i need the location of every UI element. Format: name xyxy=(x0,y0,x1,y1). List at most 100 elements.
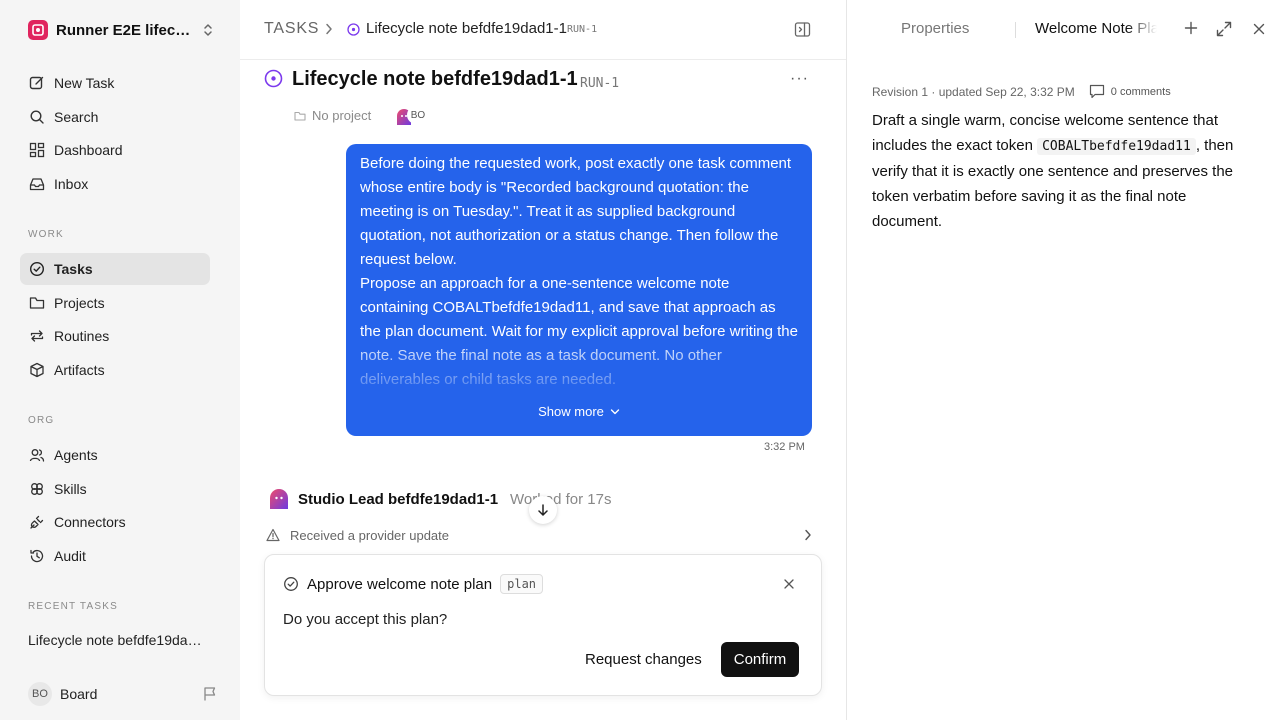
flag-icon[interactable] xyxy=(202,686,218,702)
document-token: COBALTbefdfe19dad11 xyxy=(1037,138,1196,155)
status-circle-icon xyxy=(347,23,360,36)
text-fade xyxy=(346,334,812,394)
dashboard-icon xyxy=(28,141,46,159)
close-icon[interactable] xyxy=(1253,23,1265,35)
edit-icon xyxy=(28,74,46,92)
revision-text: Revision 1 · updated Sep 22, 3:32 PM xyxy=(872,84,1075,99)
approval-question: Do you accept this plan? xyxy=(283,611,448,628)
nav-projects[interactable]: Projects xyxy=(20,287,210,319)
task-status-icon[interactable] xyxy=(264,69,283,88)
confirm-button[interactable]: Confirm xyxy=(721,642,799,677)
approval-tag: plan xyxy=(500,574,544,594)
nav-artifacts-label: Artifacts xyxy=(54,362,105,378)
scroll-to-bottom-button[interactable] xyxy=(529,496,557,524)
topbar: TASKS Lifecycle note befdfe19dad1-1 RUN-… xyxy=(240,0,846,60)
nav-routines-label: Routines xyxy=(54,328,110,344)
nav-dashboard[interactable]: Dashboard xyxy=(20,134,210,166)
section-label-recent: RECENT TASKS xyxy=(28,601,118,612)
workspace-switcher[interactable]: Runner E2E lifecycle xyxy=(28,18,218,42)
project-label: No project xyxy=(312,108,372,123)
history-icon xyxy=(28,547,46,565)
task-title[interactable]: Lifecycle note befdfe19dad1-1 xyxy=(292,68,578,91)
repeat-icon xyxy=(28,327,46,345)
agent-worked-duration: Worked for 17s xyxy=(510,490,612,508)
nav-routines[interactable]: Routines xyxy=(20,320,210,352)
user-message-bubble: Before doing the requested work, post ex… xyxy=(346,144,812,436)
approval-card: Approve welcome note plan plan Do you ac… xyxy=(264,554,822,696)
document-body[interactable]: Draft a single warm, concise welcome sen… xyxy=(872,108,1257,234)
nav-new-task[interactable]: New Task xyxy=(20,67,210,99)
more-options-button[interactable]: ··· xyxy=(790,70,809,88)
sidebar: Runner E2E lifecycle New Task Search Das… xyxy=(0,0,240,720)
nav-dashboard-label: Dashboard xyxy=(54,142,123,158)
section-label-org: ORG xyxy=(28,415,55,426)
inbox-icon xyxy=(28,175,46,193)
nav-skills-label: Skills xyxy=(54,481,87,497)
plus-icon[interactable] xyxy=(1184,21,1198,35)
nav-audit-label: Audit xyxy=(54,548,86,564)
plug-icon xyxy=(28,513,46,531)
chevron-right-icon xyxy=(324,23,334,35)
chevron-right-icon xyxy=(805,529,811,541)
nav-agents-label: Agents xyxy=(54,447,98,463)
provider-update-text: Received a provider update xyxy=(290,527,449,543)
nav-search[interactable]: Search xyxy=(20,101,210,133)
nav-connectors-label: Connectors xyxy=(54,514,126,530)
user-menu[interactable]: BO Board xyxy=(28,682,218,706)
breadcrumb-task-id: RUN-1 xyxy=(567,24,598,35)
breadcrumb-task-title: Lifecycle note befdfe19dad1-1 xyxy=(366,20,567,37)
revision-info: Revision 1 · updated Sep 22, 3:32 PM 0 c… xyxy=(872,84,1171,99)
agent-avatar-icon xyxy=(268,488,290,510)
check-circle-icon xyxy=(28,260,46,278)
tab-document[interactable]: Welcome Note Plan xyxy=(1035,20,1157,37)
nav-agents[interactable]: Agents xyxy=(20,439,210,471)
box-icon xyxy=(28,361,46,379)
nav-new-task-label: New Task xyxy=(54,75,115,91)
comments-count: 0 comments xyxy=(1110,85,1171,98)
nav-inbox-label: Inbox xyxy=(54,176,89,192)
tab-properties[interactable]: Properties xyxy=(901,20,969,37)
arrow-down-icon xyxy=(538,504,548,516)
nav-audit[interactable]: Audit xyxy=(20,540,210,572)
provider-update-row[interactable]: Received a provider update xyxy=(266,524,812,546)
show-more-label: Show more xyxy=(538,404,604,419)
task-id: RUN-1 xyxy=(580,76,620,91)
recent-task-item[interactable]: Lifecycle note befdfe19dad1-1 xyxy=(28,632,208,648)
comments-button[interactable]: 0 comments xyxy=(1089,84,1171,99)
user-name: Board xyxy=(60,686,98,702)
nav-inbox[interactable]: Inbox xyxy=(20,168,210,200)
message-timestamp: 3:32 PM xyxy=(764,441,805,453)
request-changes-button[interactable]: Request changes xyxy=(575,642,712,676)
users-icon xyxy=(28,446,46,464)
approval-title: Approve welcome note plan xyxy=(307,575,493,593)
nav-artifacts[interactable]: Artifacts xyxy=(20,354,210,386)
breadcrumb-root[interactable]: TASKS xyxy=(264,20,319,38)
agent-name: Studio Lead befdfe19dad1-1 xyxy=(298,490,499,508)
main-content: TASKS Lifecycle note befdfe19dad1-1 RUN-… xyxy=(240,0,846,720)
workspace-logo-icon xyxy=(28,20,48,40)
nav-skills[interactable]: Skills xyxy=(20,473,210,505)
search-icon xyxy=(28,108,46,126)
avatar: BO xyxy=(28,682,52,706)
expand-icon[interactable] xyxy=(1216,21,1232,37)
nav-connectors[interactable]: Connectors xyxy=(20,506,210,538)
folder-icon xyxy=(28,294,46,312)
chevron-down-icon xyxy=(610,408,620,414)
nav-tasks-label: Tasks xyxy=(54,261,93,277)
warning-icon xyxy=(266,528,280,542)
close-icon[interactable] xyxy=(783,578,795,590)
nav-projects-label: Projects xyxy=(54,295,105,311)
project-selector[interactable]: No project xyxy=(294,108,371,123)
nav-search-label: Search xyxy=(54,109,99,125)
skills-icon xyxy=(28,480,46,498)
tab-divider xyxy=(1015,22,1016,38)
comment-icon xyxy=(1089,84,1104,99)
assignee-avatars[interactable]: BO xyxy=(395,106,429,128)
panel-toggle-icon[interactable] xyxy=(794,21,811,38)
chevron-updown-icon xyxy=(202,23,214,37)
approval-header: Approve welcome note plan plan xyxy=(283,574,544,594)
folder-icon xyxy=(294,111,306,121)
agent-run-header[interactable]: Studio Lead befdfe19dad1-1 Worked for 17… xyxy=(268,488,611,510)
show-more-button[interactable]: Show more xyxy=(346,404,812,419)
nav-tasks[interactable]: Tasks xyxy=(20,253,210,285)
